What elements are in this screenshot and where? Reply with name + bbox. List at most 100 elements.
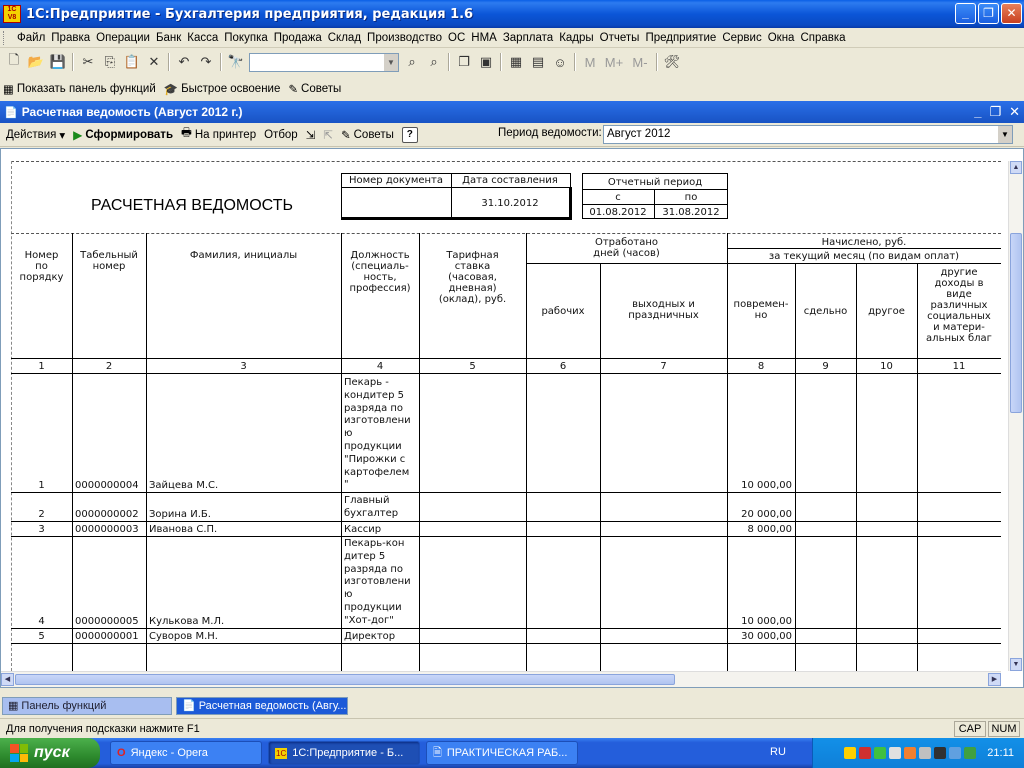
menu-help[interactable]: Справка <box>797 32 848 44</box>
quick-start-button[interactable]: 🎓 Быстрое освоение <box>164 82 281 96</box>
redo-icon[interactable]: ↷ <box>195 51 217 73</box>
collapse-icon[interactable]: ⇱ <box>323 128 333 142</box>
menu-warehouse[interactable]: Склад <box>325 32 364 44</box>
scroll-left-icon[interactable]: ◀ <box>1 673 14 686</box>
calculator-icon[interactable]: ▦ <box>505 51 527 73</box>
scroll-up-icon[interactable]: ▲ <box>1010 161 1022 174</box>
minimize-button[interactable]: _ <box>955 3 976 24</box>
menu-service[interactable]: Сервис <box>719 32 764 44</box>
tray-icon[interactable] <box>964 747 977 759</box>
search-combo[interactable]: ▼ <box>249 52 399 72</box>
expand-icon[interactable]: ⇲ <box>306 128 316 142</box>
find-icon[interactable]: 🔭 <box>225 51 247 73</box>
menu-intangibles[interactable]: НМА <box>468 32 500 44</box>
search-prev-icon[interactable]: ⌕ <box>423 51 445 73</box>
menu-sale[interactable]: Продажа <box>271 32 325 44</box>
tools-icon[interactable]: 🛠 <box>661 51 683 73</box>
menu-operations[interactable]: Операции <box>93 32 153 44</box>
table-row-num: 1 <box>38 480 45 491</box>
scroll-down-icon[interactable]: ▼ <box>1010 658 1022 671</box>
vertical-scrollbar[interactable]: ▲ ▼ <box>1008 161 1023 671</box>
table-row-name[interactable]: Зайцева М.С. <box>149 480 339 491</box>
menu-cash[interactable]: Касса <box>184 32 221 44</box>
menu-bank[interactable]: Банк <box>153 32 184 44</box>
table-row-name[interactable]: Суворов М.Н. <box>149 631 339 642</box>
menu-salary[interactable]: Зарплата <box>500 32 556 44</box>
tab-functions-panel[interactable]: ▦ Панель функций <box>2 696 172 715</box>
doc-restore-button[interactable]: ❐ <box>989 104 1001 120</box>
memory-minus-icon[interactable]: M- <box>627 51 653 73</box>
config-icon[interactable]: ▣ <box>475 51 497 73</box>
paste-icon[interactable]: 📋 <box>121 51 143 73</box>
memory-plus-icon[interactable]: M+ <box>601 51 627 73</box>
cut-icon[interactable]: ✂ <box>77 51 99 73</box>
undo-icon[interactable]: ↶ <box>173 51 195 73</box>
menu-production[interactable]: Производство <box>364 32 445 44</box>
clock[interactable]: 21:11 <box>987 747 1014 759</box>
period-select[interactable]: Август 2012 ▼ <box>603 125 1013 144</box>
menu-edit[interactable]: Правка <box>48 32 93 44</box>
scroll-right-icon[interactable]: ▶ <box>988 673 1001 686</box>
delete-icon[interactable]: ✕ <box>143 51 165 73</box>
show-panel-button[interactable]: ▦ Показать панель функций <box>3 82 156 96</box>
language-indicator[interactable]: RU <box>770 746 786 758</box>
table-row-name[interactable]: Кулькова М.Л. <box>149 616 339 627</box>
col-number: 5 <box>469 361 476 372</box>
close-button[interactable]: ✕ <box>1001 3 1022 24</box>
volume-icon[interactable] <box>919 747 932 759</box>
panel-icon: ▦ <box>3 84 14 96</box>
doc-minimize-button[interactable]: _ <box>974 104 981 120</box>
opera-icon: O <box>117 747 126 759</box>
menu-enterprise[interactable]: Предприятие <box>642 32 719 44</box>
spreadsheet-area[interactable]: РАСЧЕТНАЯ ВЕДОМОСТЬ Номер документа Дата… <box>0 148 1024 688</box>
task-1c[interactable]: 1С 1С:Предприятие - Б... <box>268 741 420 765</box>
maximize-button[interactable]: ❐ <box>978 3 999 24</box>
tray-icon[interactable] <box>874 747 887 759</box>
menu-windows[interactable]: Окна <box>765 32 798 44</box>
col-worked-header: Отработано дней (часов) <box>593 237 660 259</box>
tray-icon[interactable] <box>889 747 902 759</box>
task-word[interactable]: 🗎 ПРАКТИЧЕСКАЯ РАБ... <box>426 741 578 765</box>
print-button[interactable]: 🖶 На принтер <box>181 125 256 144</box>
horizontal-scrollbar[interactable]: ◀ ▶ <box>1 671 1001 687</box>
start-button[interactable]: пуск <box>0 738 100 768</box>
menu-fixed-assets[interactable]: ОС <box>445 32 468 44</box>
tray-icon[interactable] <box>859 747 872 759</box>
filter-button[interactable]: Отбор <box>264 129 298 141</box>
table-row-name[interactable]: Зорина И.Б. <box>149 509 339 520</box>
open-icon[interactable]: 📂 <box>25 51 47 73</box>
save-icon[interactable]: 💾 <box>47 51 69 73</box>
period-from-value: 01.08.2012 <box>589 207 647 218</box>
menu-purchase[interactable]: Покупка <box>221 32 270 44</box>
memory-m-icon[interactable]: M <box>579 51 601 73</box>
actions-menu[interactable]: Действия ▾ <box>6 128 65 142</box>
chevron-down-icon[interactable]: ▼ <box>998 126 1012 143</box>
tab-payroll-report[interactable]: 📄 Расчетная ведомость (Авгу... <box>176 696 348 715</box>
chevron-down-icon[interactable]: ▼ <box>384 53 398 71</box>
vertical-scroll-thumb[interactable] <box>1010 233 1022 413</box>
copy-icon[interactable]: ⎘ <box>99 51 121 73</box>
generate-button[interactable]: ▶ Сформировать <box>73 128 173 142</box>
menu-hr[interactable]: Кадры <box>556 32 596 44</box>
search-next-icon[interactable]: ⌕ <box>401 51 423 73</box>
menu-reports[interactable]: Отчеты <box>597 32 643 44</box>
tips-button[interactable]: ✎ Советы <box>288 82 341 96</box>
calendar-icon[interactable]: ▤ <box>527 51 549 73</box>
doc-date-value: 31.10.2012 <box>481 198 539 209</box>
tray-icon[interactable] <box>904 747 917 759</box>
horizontal-scroll-thumb[interactable] <box>15 674 675 685</box>
help-icon[interactable]: ? <box>401 126 418 143</box>
tray-icon[interactable] <box>844 747 857 759</box>
windows-icon[interactable]: ❐ <box>453 51 475 73</box>
doc-tips-button[interactable]: ✎ Советы <box>341 128 394 142</box>
table-row-num: 3 <box>38 524 45 535</box>
tray-icon[interactable] <box>934 747 947 759</box>
task-opera[interactable]: O Яндекс - Opera <box>110 741 262 765</box>
doc-date-label: Дата составления <box>462 175 558 186</box>
user-icon[interactable]: ☺ <box>549 51 571 73</box>
tray-icon[interactable] <box>949 747 962 759</box>
table-row-name[interactable]: Иванова С.П. <box>149 524 339 535</box>
new-document-icon[interactable]: 🗋 <box>3 51 25 73</box>
doc-close-button[interactable]: ✕ <box>1009 104 1020 120</box>
menu-file[interactable]: Файл <box>14 32 48 44</box>
